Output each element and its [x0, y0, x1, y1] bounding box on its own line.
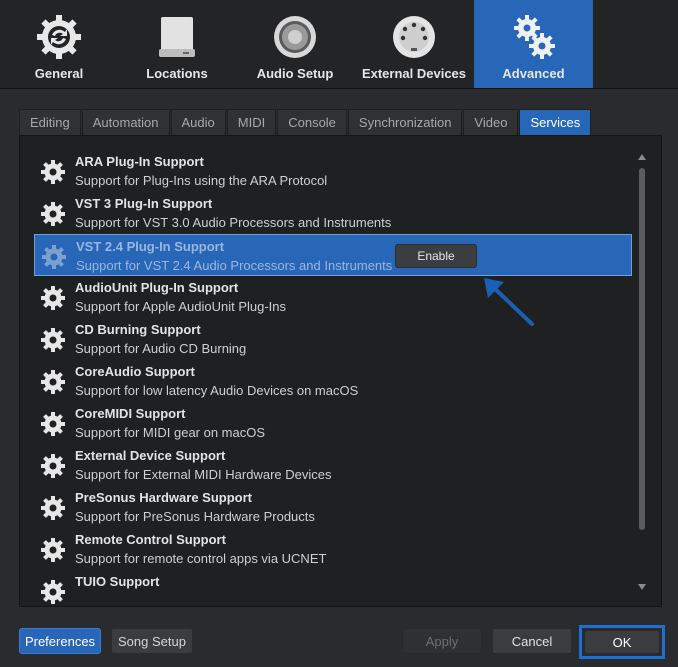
- list-scrollbar[interactable]: [637, 152, 647, 592]
- service-title: VST 3 Plug-In Support: [75, 196, 213, 211]
- category-audio-setup[interactable]: Audio Setup: [236, 0, 354, 88]
- service-description: Support for PreSonus Hardware Products: [75, 509, 315, 524]
- service-description: Support for VST 2.4 Audio Processors and…: [76, 258, 393, 273]
- song-setup-button[interactable]: Song Setup: [111, 628, 193, 654]
- tab-automation[interactable]: Automation: [81, 109, 170, 135]
- ok-button[interactable]: OK: [584, 630, 660, 654]
- category-locations[interactable]: Locations: [118, 0, 236, 88]
- tab-services[interactable]: Services: [519, 109, 592, 135]
- service-description: Support for VST 3.0 Audio Processors and…: [75, 215, 392, 230]
- service-title: Remote Control Support: [75, 532, 226, 547]
- midi-port-icon: [389, 12, 439, 62]
- service-description: Support for remote control apps via UCNE…: [75, 551, 327, 566]
- category-bar: General Locations Audio Setup External D…: [0, 0, 678, 89]
- service-row-external-device[interactable]: External Device Support Support for Exte…: [34, 444, 632, 486]
- service-description: Support for low latency Audio Devices on…: [75, 383, 359, 398]
- service-title: CoreMIDI Support: [75, 406, 186, 421]
- service-row-coremidi[interactable]: CoreMIDI Support Support for MIDI gear o…: [34, 402, 632, 444]
- service-description: Support for MIDI gear on macOS: [75, 425, 266, 440]
- service-row-coreaudio[interactable]: CoreAudio Support Support for low latenc…: [34, 360, 632, 402]
- service-title: CoreAudio Support: [75, 364, 195, 379]
- service-title: PreSonus Hardware Support: [75, 490, 252, 505]
- service-title: TUIO Support: [75, 574, 160, 589]
- service-title: CD Burning Support: [75, 322, 201, 337]
- gear-icon: [41, 370, 65, 394]
- category-external-devices[interactable]: External Devices: [354, 0, 474, 88]
- speaker-icon: [270, 12, 320, 62]
- gear-icon: [41, 412, 65, 436]
- sub-tabs: Editing Automation Audio MIDI Console Sy…: [19, 109, 592, 135]
- gear-icon: [41, 496, 65, 520]
- gear-icon: [41, 328, 65, 352]
- apply-button[interactable]: Apply: [402, 628, 482, 654]
- service-description: Support for External MIDI Hardware Devic…: [75, 467, 332, 482]
- tab-console[interactable]: Console: [277, 109, 347, 135]
- category-general[interactable]: General: [0, 0, 118, 88]
- category-label: Advanced: [502, 66, 565, 81]
- service-title: External Device Support: [75, 448, 226, 463]
- gear-icon: [41, 538, 65, 562]
- gears-icon: [509, 12, 559, 62]
- preferences-button[interactable]: Preferences: [19, 628, 101, 654]
- category-label: Audio Setup: [256, 66, 334, 81]
- enable-button[interactable]: Enable: [395, 244, 477, 268]
- tab-audio[interactable]: Audio: [170, 109, 226, 135]
- tab-synchronization[interactable]: Synchronization: [347, 109, 463, 135]
- annotation-arrow-icon: [484, 278, 534, 326]
- cancel-button[interactable]: Cancel: [492, 628, 572, 654]
- service-description: Support for Apple AudioUnit Plug-Ins: [75, 299, 287, 314]
- tab-video[interactable]: Video: [463, 109, 519, 135]
- gear-icon: [41, 454, 65, 478]
- gear-icon: [42, 245, 66, 269]
- scroll-thumb[interactable]: [639, 168, 645, 530]
- sync-gear-icon: [34, 12, 84, 62]
- service-row-vst3[interactable]: VST 3 Plug-In Support Support for VST 3.…: [34, 192, 632, 234]
- category-advanced[interactable]: Advanced: [474, 0, 593, 88]
- service-description: Support for Audio CD Burning: [75, 341, 247, 356]
- service-row-vst24[interactable]: VST 2.4 Plug-In Support Support for VST …: [34, 234, 632, 276]
- service-title: ARA Plug-In Support: [75, 154, 204, 169]
- service-title: AudioUnit Plug-In Support: [75, 280, 239, 295]
- service-description: Support for Plug-Ins using the ARA Proto…: [75, 173, 328, 188]
- gear-icon: [41, 580, 65, 604]
- services-list: ARA Plug-In Support Support for Plug-Ins…: [19, 135, 662, 607]
- category-label: Locations: [146, 66, 208, 81]
- service-row-presonus-hardware[interactable]: PreSonus Hardware Support Support for Pr…: [34, 486, 632, 528]
- service-row-audiounit[interactable]: AudioUnit Plug-In Support Support for Ap…: [34, 276, 632, 318]
- category-label: External Devices: [361, 66, 467, 81]
- scroll-up-arrow-icon[interactable]: [637, 152, 647, 162]
- service-row-tuio[interactable]: TUIO Support: [34, 570, 632, 606]
- service-row-ara[interactable]: ARA Plug-In Support Support for Plug-Ins…: [34, 150, 632, 192]
- service-row-remote-control[interactable]: Remote Control Support Support for remot…: [34, 528, 632, 570]
- gear-icon: [41, 202, 65, 226]
- service-row-cd-burning[interactable]: CD Burning Support Support for Audio CD …: [34, 318, 632, 360]
- category-label: General: [34, 66, 84, 81]
- tab-midi[interactable]: MIDI: [226, 109, 277, 135]
- gear-icon: [41, 286, 65, 310]
- scroll-down-arrow-icon[interactable]: [637, 582, 647, 592]
- drive-icon: [152, 12, 202, 62]
- gear-icon: [41, 160, 65, 184]
- tab-editing[interactable]: Editing: [19, 109, 81, 135]
- service-title: VST 2.4 Plug-In Support: [76, 239, 225, 254]
